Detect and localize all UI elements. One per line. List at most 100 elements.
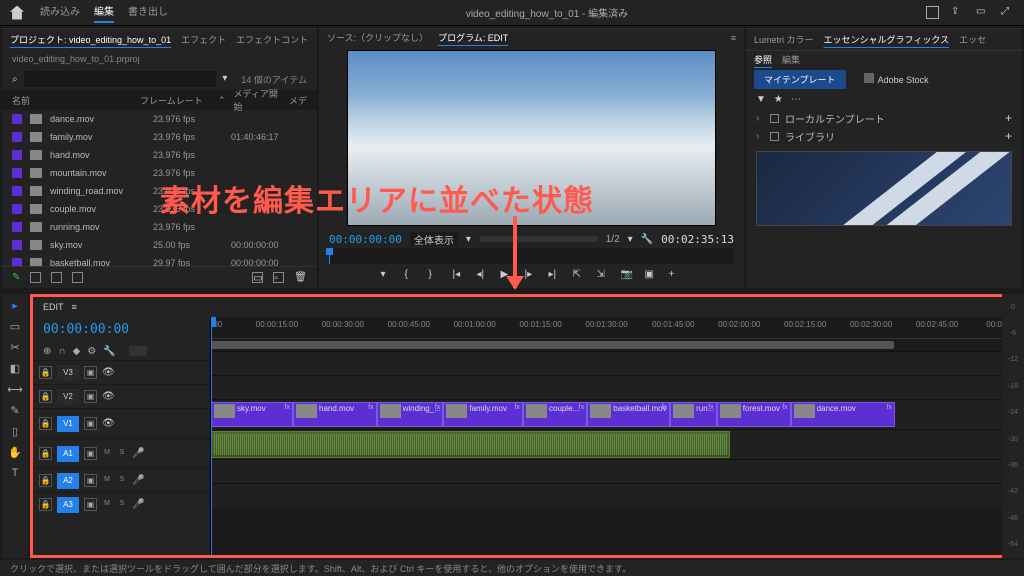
export-frame-icon[interactable]: 📷 — [621, 269, 635, 283]
essential-row[interactable]: ›ローカルテンプレート+ — [756, 109, 1012, 127]
sort-icon[interactable]: ⌃ — [218, 95, 226, 106]
monitor-playhead[interactable] — [329, 248, 330, 264]
tool-2[interactable]: ✂ — [8, 340, 22, 354]
vtrack-header-V3[interactable]: 🔒V3▣👁 — [33, 360, 210, 384]
cc-badge[interactable] — [129, 346, 147, 356]
project-search-input[interactable] — [24, 71, 217, 87]
linked-sel-icon[interactable]: ∩ — [58, 346, 65, 357]
step-back-icon[interactable]: ◂| — [477, 269, 491, 283]
go-out-icon[interactable]: ▸| — [549, 269, 563, 283]
work-area-bar[interactable] — [211, 341, 894, 349]
file-row[interactable]: dance.mov23.976 fps — [2, 110, 317, 128]
track-label[interactable]: V1 — [57, 416, 79, 432]
essential-row[interactable]: ›ライブラリ+ — [756, 127, 1012, 145]
label-swatch[interactable] — [12, 204, 22, 214]
res-chevron-icon[interactable]: ▾ — [628, 234, 633, 245]
quick-export-icon[interactable]: ▭ — [976, 6, 989, 19]
mute-button[interactable]: M — [102, 500, 112, 510]
video-clip[interactable]: dance.movfx — [791, 402, 896, 427]
extract-icon[interactable]: ⇲ — [597, 269, 611, 283]
nav-edit[interactable]: 編集 — [94, 3, 114, 23]
vtrack-header-V1[interactable]: 🔒V1▣👁 — [33, 408, 210, 438]
settings-icon[interactable]: ⚙ — [87, 346, 96, 357]
template-thumbnail[interactable] — [756, 151, 1012, 226]
track-label[interactable]: A3 — [57, 497, 79, 513]
track-v2-row[interactable] — [211, 375, 1015, 399]
pen-icon[interactable]: ✎ — [12, 272, 20, 283]
label-swatch[interactable] — [12, 186, 22, 196]
icon-view-icon[interactable] — [51, 272, 62, 283]
col-end[interactable]: メデ — [289, 94, 307, 107]
col-name[interactable]: 名前 — [12, 94, 132, 107]
file-row[interactable]: sky.mov25.00 fps00:00:00:00 — [2, 236, 317, 254]
track-v1-row[interactable]: sky.movfxhand.movfxwinding_...fxfamily.m… — [211, 399, 1015, 429]
zoom-chevron-icon[interactable]: ▾ — [466, 234, 471, 245]
track-v3-row[interactable] — [211, 351, 1015, 375]
fx-badge[interactable]: fx — [435, 404, 440, 411]
compare-icon[interactable]: ▣ — [645, 269, 659, 283]
share-icon[interactable]: ⇪ — [951, 6, 964, 19]
tool-7[interactable]: ✋ — [8, 445, 22, 459]
solo-button[interactable]: S — [117, 449, 127, 459]
timeline-playhead[interactable] — [211, 317, 212, 555]
mute-button[interactable]: M — [102, 476, 112, 486]
plus-icon[interactable]: + — [1005, 129, 1012, 143]
fx-badge[interactable]: fx — [887, 404, 892, 411]
fullscreen-icon[interactable]: ⤢ — [1001, 6, 1014, 19]
home-icon[interactable] — [10, 6, 24, 20]
mic-icon[interactable]: 🎤 — [132, 499, 144, 510]
target-toggle[interactable]: ▣ — [84, 498, 97, 511]
label-swatch[interactable] — [12, 222, 22, 232]
eye-icon[interactable]: 👁 — [102, 391, 113, 402]
workspace-icon[interactable] — [926, 6, 939, 19]
atrack-header-A1[interactable]: 🔒A1▣MS🎤 — [33, 438, 210, 468]
nav-export[interactable]: 書き出し — [128, 3, 168, 23]
col-fps[interactable]: フレームレート — [140, 94, 210, 107]
audio-clip[interactable] — [211, 431, 730, 458]
tool-8[interactable]: T — [8, 466, 22, 480]
freeform-view-icon[interactable] — [72, 272, 83, 283]
lock-icon[interactable]: 🔒 — [39, 447, 52, 460]
file-row[interactable]: hand.mov23.976 fps — [2, 146, 317, 164]
timeline-tracks-area[interactable]: :00:0000:00:15:0000:00:30:0000:00:45:000… — [211, 317, 1015, 555]
tab-source[interactable]: ソース:（クリップなし） — [327, 31, 428, 44]
track-a2-row[interactable] — [211, 459, 1015, 483]
lock-icon[interactable]: 🔒 — [39, 417, 52, 430]
subtab-browse[interactable]: 参照 — [754, 53, 772, 66]
sequence-name[interactable]: EDIT — [43, 302, 64, 312]
monitor-menu-icon[interactable]: ≡ — [731, 33, 736, 43]
video-clip[interactable]: basketball.movfx — [587, 402, 670, 427]
eye-icon[interactable]: 👁 — [102, 367, 113, 378]
file-row[interactable]: running.mov23.976 fps — [2, 218, 317, 236]
vtrack-header-V2[interactable]: 🔒V2▣👁 — [33, 384, 210, 408]
lock-icon[interactable]: 🔒 — [39, 366, 52, 379]
tab-effect-controls[interactable]: エフェクトコント — [236, 33, 308, 46]
fx-badge[interactable]: fx — [285, 404, 290, 411]
lock-icon[interactable]: 🔒 — [39, 390, 52, 403]
checkbox[interactable] — [770, 132, 779, 141]
label-swatch[interactable] — [12, 168, 22, 178]
video-clip[interactable]: hand.movfx — [293, 402, 377, 427]
timeline-timecode[interactable]: 00:00:00:00 — [33, 317, 210, 342]
track-a1-row[interactable] — [211, 429, 1015, 459]
add-marker-icon[interactable]: ▾ — [381, 269, 395, 283]
tab-program[interactable]: プログラム: EDIT — [438, 31, 508, 44]
track-label[interactable]: V2 — [57, 389, 79, 405]
tool-4[interactable]: ⟷ — [8, 382, 22, 396]
tab-lumetri[interactable]: Lumetri カラー — [754, 33, 814, 46]
nav-import[interactable]: 読み込み — [40, 3, 80, 23]
tool-3[interactable]: ◧ — [8, 361, 22, 375]
track-label[interactable]: V3 — [57, 365, 79, 381]
label-swatch[interactable] — [12, 114, 22, 124]
timeline-ruler[interactable]: :00:0000:00:15:0000:00:30:0000:00:45:000… — [211, 317, 1015, 339]
lift-icon[interactable]: ⇱ — [573, 269, 587, 283]
adobe-stock-button[interactable]: Adobe Stock — [856, 70, 937, 88]
fx-badge[interactable]: fx — [662, 404, 667, 411]
my-templates-button[interactable]: マイテンプレート — [754, 70, 846, 89]
step-fwd-icon[interactable]: |▸ — [525, 269, 539, 283]
file-row[interactable]: basketball.mov29.97 fps00:00:00:00 — [2, 254, 317, 266]
wrench-icon[interactable]: 🔧 — [641, 234, 653, 245]
target-toggle[interactable]: ▣ — [84, 447, 97, 460]
track-label[interactable]: A1 — [57, 446, 79, 462]
new-item-icon[interactable]: ▫ — [273, 272, 284, 283]
